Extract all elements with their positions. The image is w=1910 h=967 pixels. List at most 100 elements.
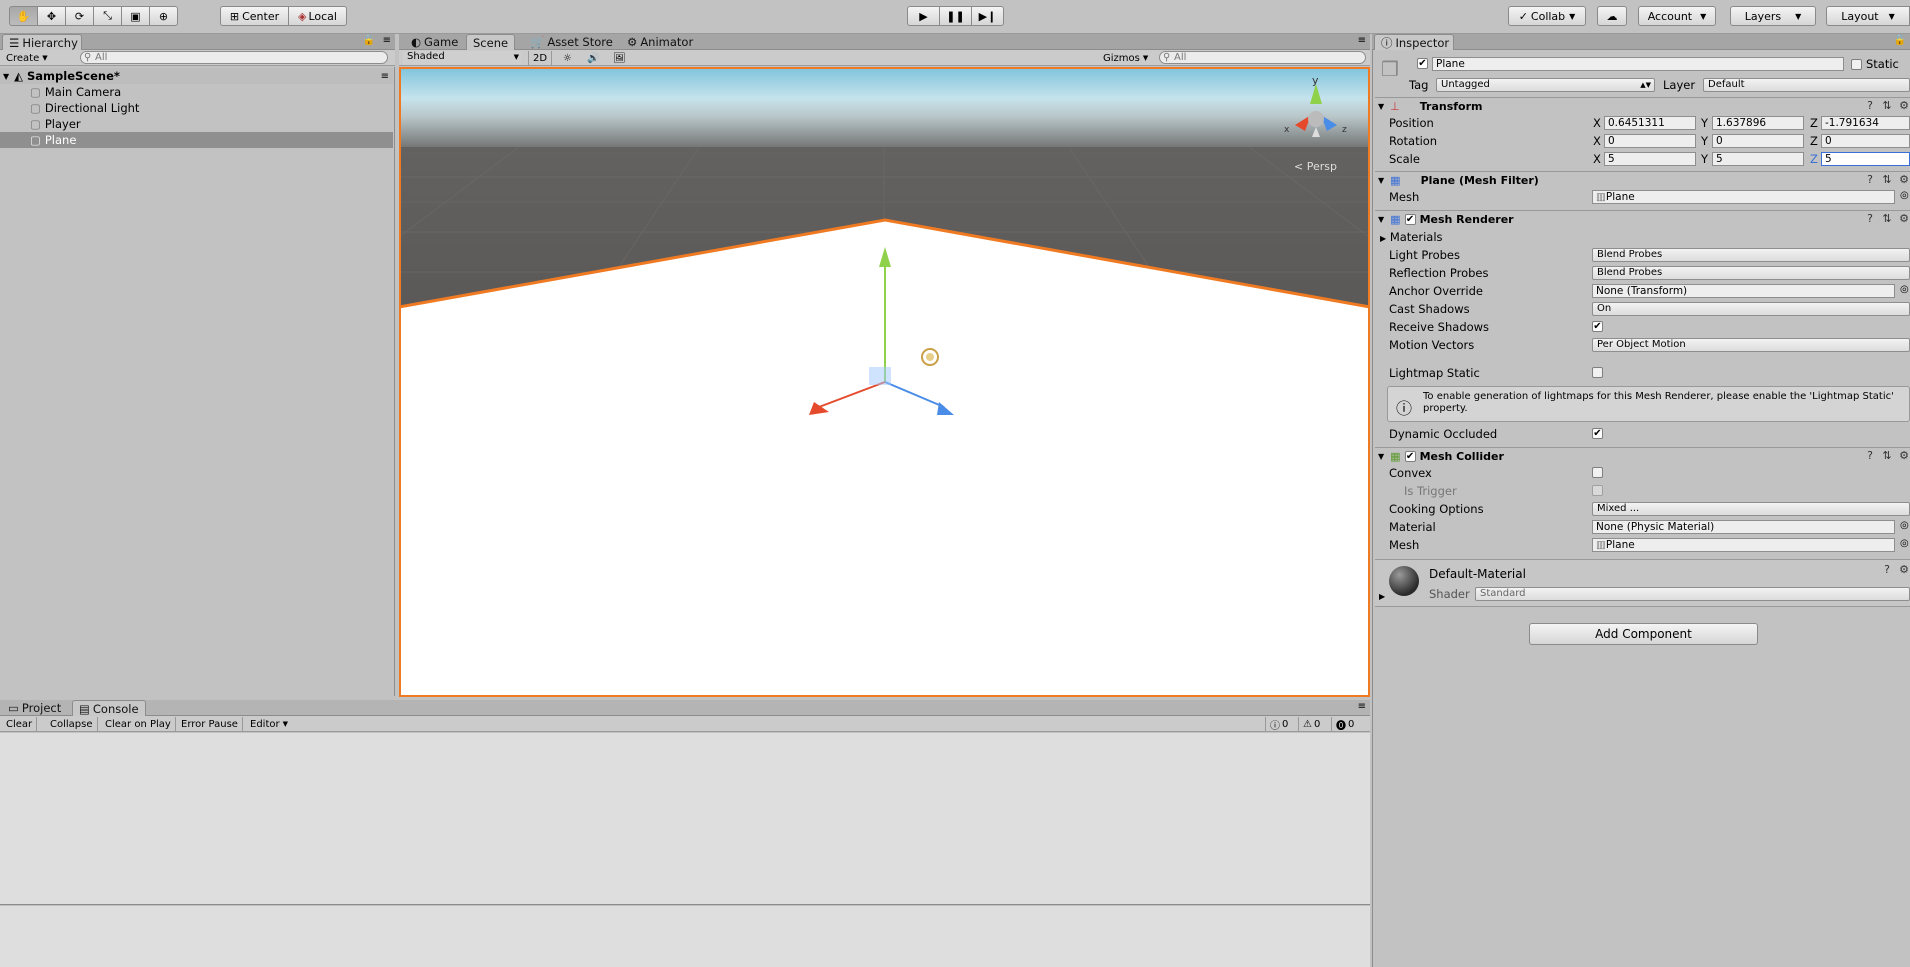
hierarchy-item-plane[interactable]: ▢ Plane	[0, 132, 393, 148]
rotation-z-field[interactable]: 0	[1821, 134, 1910, 148]
add-component-button[interactable]: Add Component	[1529, 623, 1758, 645]
position-x-field[interactable]: 0.6451311	[1604, 116, 1696, 130]
scale-x-field[interactable]: 5	[1604, 152, 1696, 166]
effects-toggle-icon[interactable]: 🖼	[609, 51, 630, 65]
cast-shadows-dropdown[interactable]: On	[1592, 302, 1910, 316]
expand-arrow-icon[interactable]: ▼	[1378, 452, 1384, 461]
panel-menu-icon[interactable]: ≡	[1358, 701, 1366, 712]
scale-y-field[interactable]: 5	[1712, 152, 1804, 166]
preset-icon[interactable]: ⇅	[1881, 213, 1893, 225]
scene-viewport[interactable]: y x z < Persp	[399, 67, 1370, 697]
mesh-filter-mesh-field[interactable]: ▥Plane	[1592, 190, 1895, 204]
gear-icon[interactable]: ⚙	[1898, 213, 1910, 225]
clear-button[interactable]: Clear	[2, 717, 38, 731]
help-icon[interactable]: ?	[1864, 174, 1876, 186]
lighting-toggle-icon[interactable]: ☼	[559, 51, 576, 65]
tab-console[interactable]: ▤ Console	[72, 700, 146, 716]
transform-tool-icon[interactable]: ⊕	[149, 6, 178, 26]
tab-inspector[interactable]: ⓘ Inspector	[1374, 34, 1454, 50]
help-icon[interactable]: ?	[1864, 450, 1876, 462]
expand-arrow-icon[interactable]: ▶	[1379, 592, 1385, 601]
mesh-renderer-header[interactable]: ▼ ▦ ✔ Mesh Renderer ? ⇅ ⚙	[1375, 210, 1910, 228]
receive-shadows-checkbox[interactable]: ✔	[1592, 321, 1603, 332]
console-log-area[interactable]	[0, 733, 1370, 905]
tab-project[interactable]: ▭ Project	[2, 700, 67, 716]
preset-icon[interactable]: ⇅	[1881, 450, 1893, 462]
dynamic-occluded-checkbox[interactable]: ✔	[1592, 428, 1603, 439]
pause-button[interactable]: ❚❚	[939, 6, 972, 26]
hierarchy-item-player[interactable]: ▢ Player	[0, 116, 393, 132]
move-tool-icon[interactable]: ✥	[37, 6, 66, 26]
gear-icon[interactable]: ⚙	[1898, 174, 1910, 186]
lightmap-static-checkbox[interactable]	[1592, 367, 1603, 378]
mesh-collider-enabled-checkbox[interactable]: ✔	[1404, 451, 1416, 462]
play-button[interactable]: ▶	[907, 6, 940, 26]
mesh-filter-header[interactable]: ▼ ▦ Plane (Mesh Filter) ? ⇅ ⚙	[1375, 171, 1910, 189]
preset-icon[interactable]: ⇅	[1881, 174, 1893, 186]
tab-scene[interactable]: Scene	[466, 34, 516, 50]
collapse-button[interactable]: Collapse	[46, 717, 98, 731]
collider-material-field[interactable]: None (Physic Material)	[1592, 520, 1895, 534]
warning-filter-toggle[interactable]: ⚠ 0	[1298, 717, 1324, 731]
layers-dropdown[interactable]: Layers ▼	[1730, 6, 1816, 26]
panel-menu-icon[interactable]: ≡	[1358, 35, 1366, 46]
preset-icon[interactable]: ⇅	[1881, 100, 1893, 112]
gear-icon[interactable]: ⚙	[1898, 100, 1910, 112]
info-filter-toggle[interactable]: ⓘ 0	[1265, 717, 1292, 732]
light-probes-dropdown[interactable]: Blend Probes	[1592, 248, 1910, 262]
lock-icon[interactable]: 🔒	[363, 35, 375, 46]
account-dropdown[interactable]: Account ▼	[1638, 6, 1716, 26]
mesh-collider-header[interactable]: ▼ ▦ ✔ Mesh Collider ? ⇅ ⚙	[1375, 447, 1910, 465]
2d-toggle[interactable]: 2D	[528, 51, 553, 65]
pivot-space-button[interactable]: ◈ Local	[288, 6, 347, 26]
editor-dropdown[interactable]: Editor ▼	[246, 717, 292, 731]
convex-checkbox[interactable]	[1592, 467, 1603, 478]
gizmos-dropdown[interactable]: Gizmos ▼	[1099, 51, 1152, 65]
collab-button[interactable]: ✓ Collab ▼	[1508, 6, 1586, 26]
rotation-x-field[interactable]: 0	[1604, 134, 1696, 148]
object-picker-icon[interactable]: ◎	[1900, 520, 1909, 531]
scene-root[interactable]: ▼ ◭ SampleScene* ≡	[0, 68, 393, 84]
position-z-field[interactable]: -1.791634	[1821, 116, 1910, 130]
transform-header[interactable]: ▼ ⊥ Transform ? ⇅ ⚙	[1375, 97, 1910, 115]
audio-toggle-icon[interactable]: 🔊	[583, 51, 603, 65]
error-filter-toggle[interactable]: ⓿0	[1331, 717, 1358, 732]
object-name-field[interactable]: Plane	[1432, 57, 1844, 71]
object-picker-icon[interactable]: ◎	[1900, 190, 1909, 201]
scale-tool-icon[interactable]: ⤡	[93, 6, 122, 26]
shading-mode-dropdown[interactable]: Shaded ▼	[403, 51, 521, 65]
lock-icon[interactable]: 🔒	[1894, 35, 1906, 46]
help-icon[interactable]: ?	[1864, 213, 1876, 225]
scene-menu-icon[interactable]: ≡	[381, 71, 389, 82]
active-checkbox[interactable]: ✔	[1417, 58, 1428, 69]
mesh-renderer-enabled-checkbox[interactable]: ✔	[1404, 214, 1416, 225]
material-section[interactable]: ▶ Default-Material Shader Standard ? ⚙	[1375, 559, 1910, 607]
tag-dropdown[interactable]: Untagged ▲▼	[1436, 78, 1655, 92]
create-dropdown[interactable]: Create ▼	[2, 51, 52, 65]
tab-game[interactable]: ◐ Game	[405, 34, 464, 50]
gear-icon[interactable]: ⚙	[1898, 450, 1910, 462]
static-checkbox[interactable]	[1851, 59, 1862, 70]
collider-mesh-field[interactable]: ▥Plane	[1592, 538, 1895, 552]
expand-arrow-icon[interactable]: ▼	[1378, 102, 1384, 111]
rotation-y-field[interactable]: 0	[1712, 134, 1804, 148]
reflection-probes-dropdown[interactable]: Blend Probes	[1592, 266, 1910, 280]
hierarchy-item-main-camera[interactable]: ▢ Main Camera	[0, 84, 393, 100]
layer-dropdown[interactable]: Default	[1703, 78, 1910, 92]
rotate-tool-icon[interactable]: ⟳	[65, 6, 94, 26]
position-y-field[interactable]: 1.637896	[1712, 116, 1804, 130]
object-picker-icon[interactable]: ◎	[1900, 284, 1909, 295]
tab-animator[interactable]: ⚙ Animator	[621, 34, 699, 50]
scene-search-input[interactable]: ⚲ All	[1159, 51, 1366, 64]
scale-z-field[interactable]: 5	[1821, 152, 1910, 166]
error-pause-button[interactable]: Error Pause	[177, 717, 243, 731]
step-button[interactable]: ▶❙	[971, 6, 1004, 26]
shader-dropdown[interactable]: Standard	[1475, 587, 1910, 601]
motion-vectors-dropdown[interactable]: Per Object Motion	[1592, 338, 1910, 352]
cloud-button[interactable]: ☁	[1597, 6, 1627, 26]
help-icon[interactable]: ?	[1881, 564, 1893, 576]
help-icon[interactable]: ?	[1864, 100, 1876, 112]
layout-dropdown[interactable]: Layout ▼	[1826, 6, 1910, 26]
pivot-center-button[interactable]: ⊞ Center	[220, 6, 289, 26]
persp-label[interactable]: < Persp	[1294, 160, 1337, 173]
